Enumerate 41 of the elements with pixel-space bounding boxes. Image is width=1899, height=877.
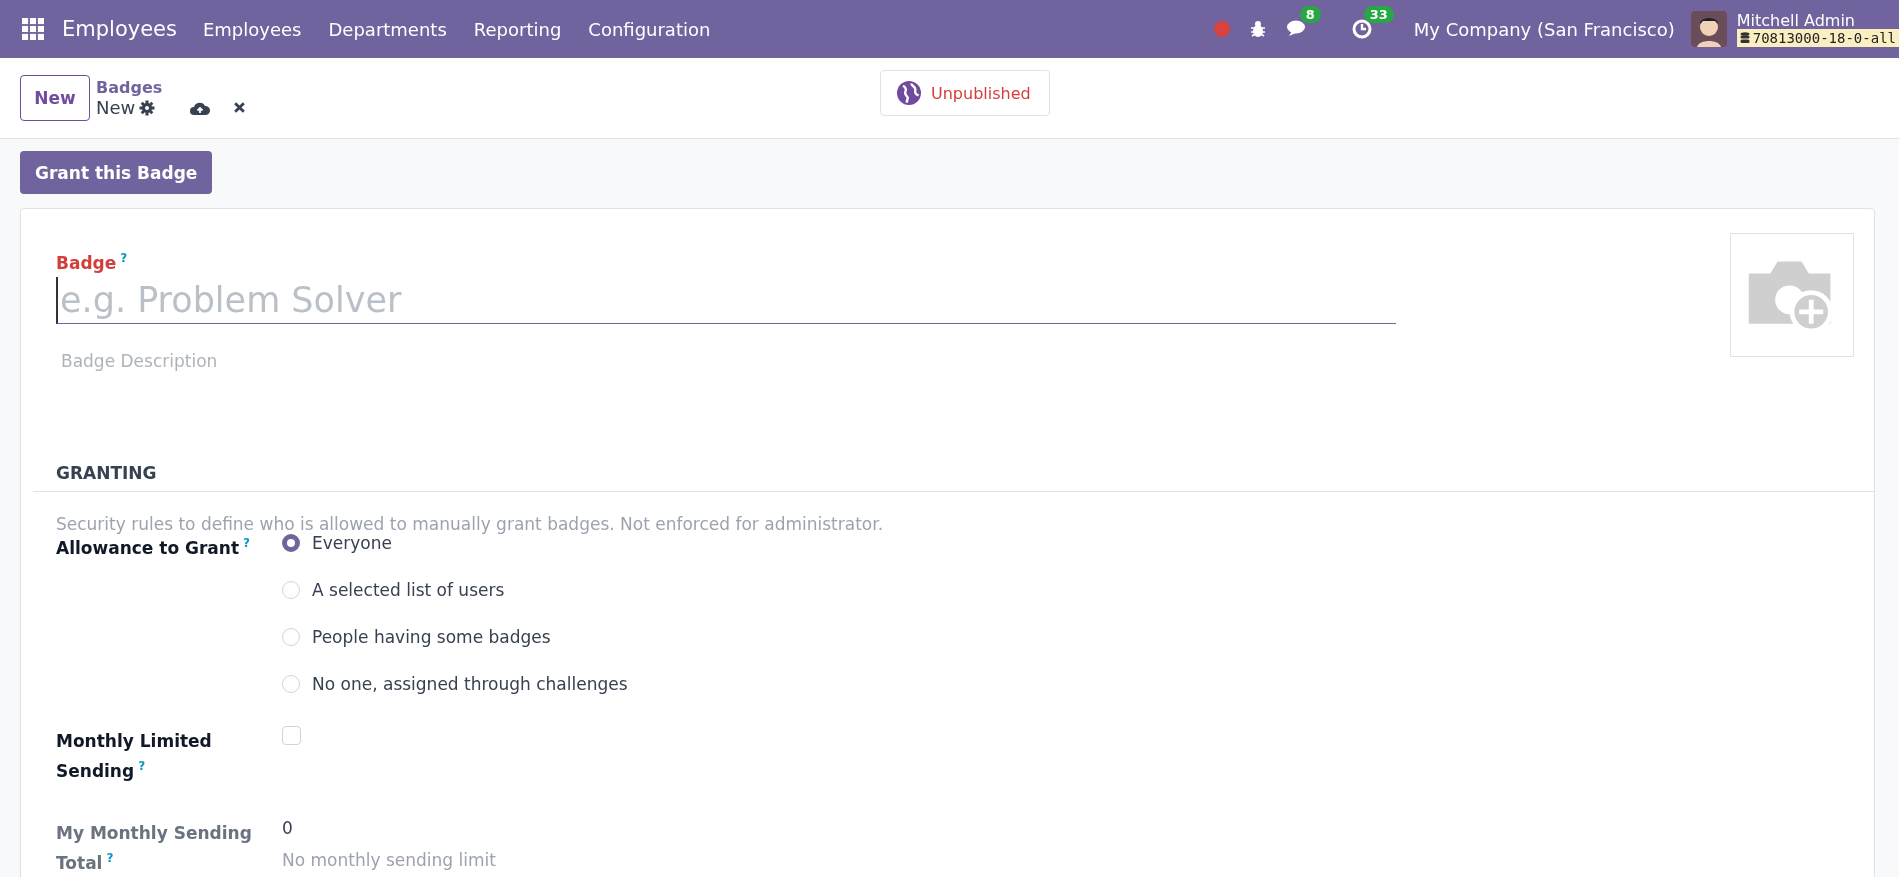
close-icon[interactable]: [233, 101, 247, 114]
help-tooltip[interactable]: ?: [120, 251, 128, 265]
field-label: My Monthly Sending: [56, 821, 253, 845]
database-name: 70813000-18-0-all: [1752, 29, 1896, 46]
field-label: Allowance to Grant: [56, 537, 240, 558]
radio-option[interactable]: No one, assigned through challenges: [282, 673, 1874, 694]
publish-status-button[interactable]: Unpublished: [880, 70, 1050, 116]
field-label: Monthly Limited: [56, 729, 213, 753]
field-label: Total: [56, 851, 103, 875]
record-dot-icon[interactable]: [1213, 21, 1230, 37]
company-switcher[interactable]: My Company (San Francisco): [1413, 18, 1675, 40]
globe-icon: [897, 81, 921, 105]
radio-option[interactable]: A selected list of users: [282, 579, 1874, 600]
app-name[interactable]: Employees: [62, 17, 177, 41]
help-tooltip[interactable]: ?: [138, 755, 146, 776]
field-label: Badge: [56, 252, 117, 273]
app-grid-icon[interactable]: [22, 18, 44, 40]
settings-icon[interactable]: [139, 99, 156, 116]
help-tooltip[interactable]: ?: [243, 535, 251, 550]
section-title: GRANTING: [56, 462, 158, 483]
section-hint: Security rules to define who is allowed to manually grant badges. Not enforced for administrator.: [56, 513, 885, 534]
badge-name-field[interactable]: e.g. Problem Solver: [56, 276, 1396, 324]
user-name[interactable]: Mitchell Admin: [1736, 11, 1855, 29]
menu-item[interactable]: Employees: [202, 18, 302, 40]
field-label: Sending: [56, 759, 135, 783]
menu-item[interactable]: Departments: [328, 18, 447, 40]
new-button[interactable]: New: [20, 75, 90, 121]
avatar-icon[interactable]: [1690, 11, 1727, 47]
menu-item[interactable]: Reporting: [473, 18, 562, 40]
message-count: 8: [1299, 6, 1321, 23]
checkbox[interactable]: [282, 725, 301, 745]
field-note: No monthly sending limit: [282, 849, 497, 870]
help-tooltip[interactable]: ?: [106, 847, 114, 868]
radio-option[interactable]: People having some badges: [282, 626, 1874, 647]
field-value: 0: [282, 817, 294, 838]
menu-item[interactable]: Configuration: [588, 18, 711, 40]
grant-badge-button[interactable]: Grant this Badge: [20, 151, 213, 194]
breadcrumb-link[interactable]: Badges: [96, 78, 265, 97]
activity-count: 33: [1363, 6, 1394, 23]
database-icon: [1739, 31, 1750, 44]
record-name: New: [96, 97, 136, 118]
